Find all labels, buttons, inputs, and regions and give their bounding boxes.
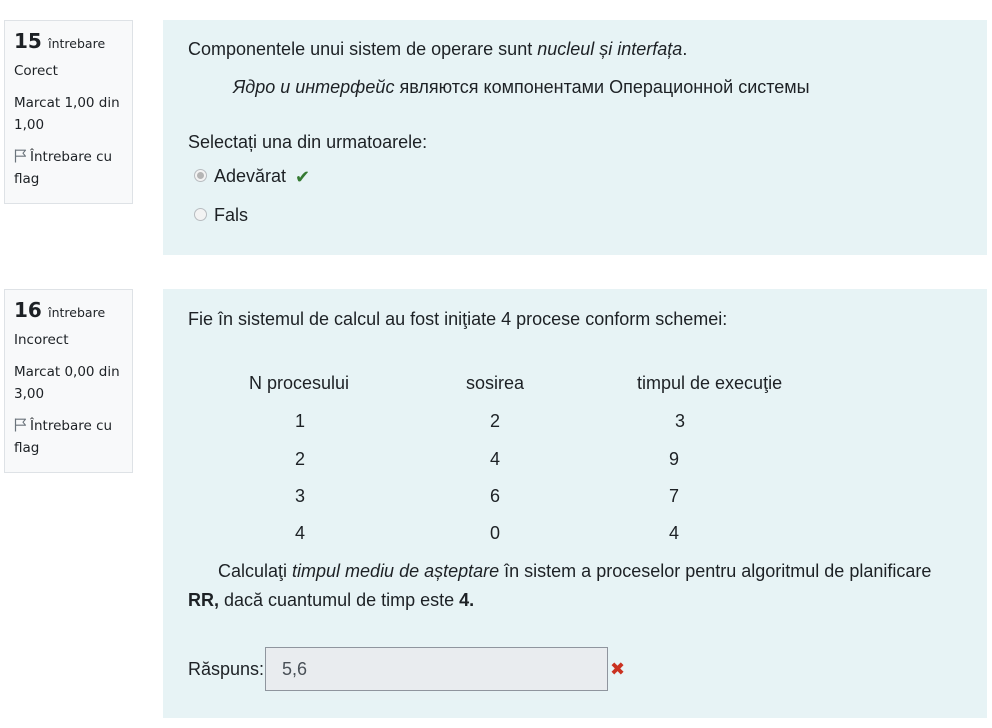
table-cell: 9 [669, 449, 680, 469]
answer-prompt: Selectați una din urmatoarele: [188, 132, 428, 152]
question-number: 16 întrebare [14, 298, 106, 322]
question-statement: Componentele unui sistem de operare sunt… [188, 39, 688, 59]
table-cell: 7 [669, 486, 680, 506]
table-header: sosirea [466, 373, 525, 393]
table-cell: 0 [490, 523, 501, 543]
table-header: N procesului [249, 373, 350, 393]
question-info-16: 16 întrebare Incorect Marcat 0,00 din 3,… [4, 289, 133, 473]
table-cell: 1 [295, 411, 306, 431]
table-header: timpul de execuţie [637, 373, 783, 393]
question-number: 15 întrebare [14, 29, 106, 53]
answer-label: Răspuns: [188, 659, 265, 679]
table-cell: 3 [675, 411, 686, 431]
question-content-16: Fie în sistemul de calcul au fost iniţia… [163, 289, 987, 718]
answer-input[interactable]: 5,6 [265, 647, 608, 691]
question-grade: Marcat 1,00 din 1,00 [14, 95, 120, 133]
flag-icon [14, 149, 27, 163]
table-cell: 2 [490, 411, 501, 431]
question-info-15: 15 întrebare Corect Marcat 1,00 din 1,00… [4, 20, 133, 204]
incorrect-cross-icon: ✖ [610, 659, 626, 679]
question-intro: Fie în sistemul de calcul au fost iniţia… [188, 309, 728, 329]
flag-label: Întrebare cu flag [14, 149, 113, 187]
correct-check-icon: ✔ [295, 167, 311, 187]
option-label-true: Adevărat [214, 166, 287, 186]
table-cell: 4 [490, 449, 501, 469]
flag-question-link[interactable]: Întrebare cu flag [14, 415, 123, 459]
radio-true[interactable] [194, 169, 207, 182]
question-content-15: Componentele unui sistem de operare sunt… [163, 20, 987, 255]
flag-icon [14, 418, 27, 432]
question-grade: Marcat 0,00 din 3,00 [14, 364, 120, 402]
flag-label: Întrebare cu flag [14, 418, 113, 456]
question-state: Corect [14, 63, 58, 79]
table-cell: 3 [295, 486, 306, 506]
table-cell: 6 [490, 486, 501, 506]
flag-question-link[interactable]: Întrebare cu flag [14, 146, 123, 190]
table-cell: 2 [295, 449, 306, 469]
option-label-false: Fals [214, 205, 249, 225]
radio-false[interactable] [194, 208, 207, 221]
task-text-line-2: RR, dacă cuantumul de timp este 4. [188, 590, 475, 610]
table-cell: 4 [295, 523, 306, 543]
question-statement-translation: Ядро и интерфейс являются компонентами О… [233, 77, 810, 97]
question-state: Incorect [14, 332, 69, 348]
task-text-line-1: Calculaţi timpul mediu de așteptare în s… [218, 561, 932, 581]
table-cell: 4 [669, 523, 680, 543]
